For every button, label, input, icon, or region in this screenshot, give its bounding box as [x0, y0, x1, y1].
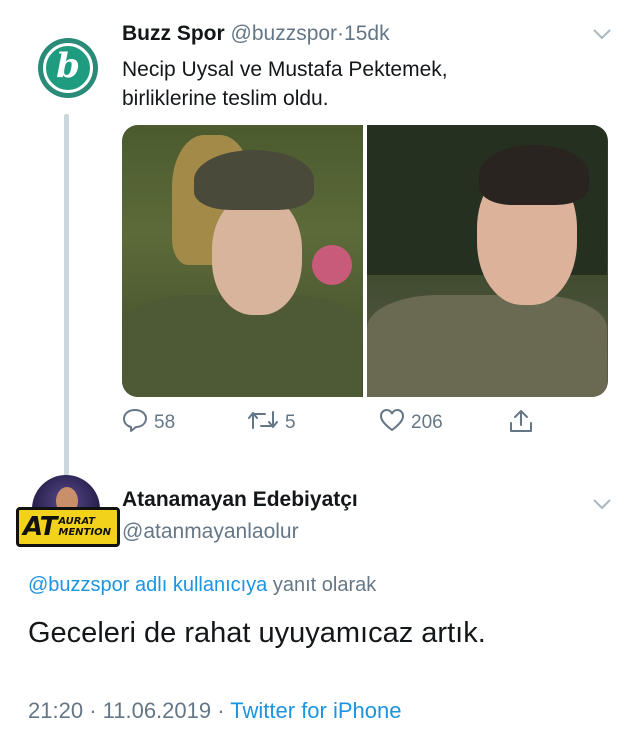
like-icon — [379, 408, 405, 438]
retweet-count: 5 — [285, 412, 296, 433]
avatar-logo: AT AURAT MENTION — [16, 507, 120, 547]
author-name[interactable]: Buzz Spor — [122, 22, 225, 45]
tweet-media[interactable] — [122, 125, 608, 397]
replying-to-link[interactable]: @buzzspor adlı kullanıcıya — [28, 574, 267, 596]
reply-text: Geceleri de rahat uyuyamıcaz artık. — [28, 617, 486, 649]
tweet-text: Necip Uysal ve Mustafa Pektemek, birlikl… — [122, 58, 448, 110]
avatar[interactable]: AT AURAT MENTION — [16, 475, 120, 557]
retweet-button[interactable]: 5 — [247, 408, 296, 438]
reply-icon — [122, 408, 148, 438]
retweet-icon — [247, 408, 279, 438]
replying-to: @buzzspor adlı kullanıcıya yanıt olarak — [28, 574, 376, 597]
chevron-down-icon[interactable] — [593, 498, 611, 516]
photo-left[interactable] — [122, 125, 363, 397]
chevron-down-icon[interactable] — [593, 28, 611, 46]
tweet-header: Buzz Spor @buzzspor·15dk — [122, 22, 390, 46]
like-button[interactable]: 206 — [379, 408, 443, 438]
tweet-date[interactable]: 11.06.2019 — [103, 698, 211, 723]
reply-count: 58 — [154, 412, 176, 433]
photo-right[interactable] — [367, 125, 608, 397]
author-handle[interactable]: @buzzspor — [231, 22, 338, 45]
replying-suffix: yanıt olarak — [272, 574, 377, 596]
tweet-time[interactable]: 21:20 — [28, 698, 83, 723]
author-handle[interactable]: @atanmayanlaolur — [122, 520, 299, 544]
separator: · — [337, 22, 345, 45]
like-count: 206 — [411, 412, 443, 433]
avatar[interactable]: b — [38, 38, 98, 98]
share-icon — [508, 408, 534, 440]
tweet-time[interactable]: 15dk — [344, 22, 390, 45]
tweet-source-link[interactable]: Twitter for iPhone — [230, 698, 401, 723]
tweet-meta: 21:20 · 11.06.2019 · Twitter for iPhone — [28, 698, 402, 723]
tweet-actions: 58 5 206 — [122, 408, 542, 442]
author-name[interactable]: Atanamayan Edebiyatçı — [122, 488, 358, 512]
share-button[interactable] — [508, 408, 534, 440]
thread-line — [64, 114, 69, 476]
avatar-logo: b — [43, 43, 93, 93]
reply-button[interactable]: 58 — [122, 408, 175, 438]
